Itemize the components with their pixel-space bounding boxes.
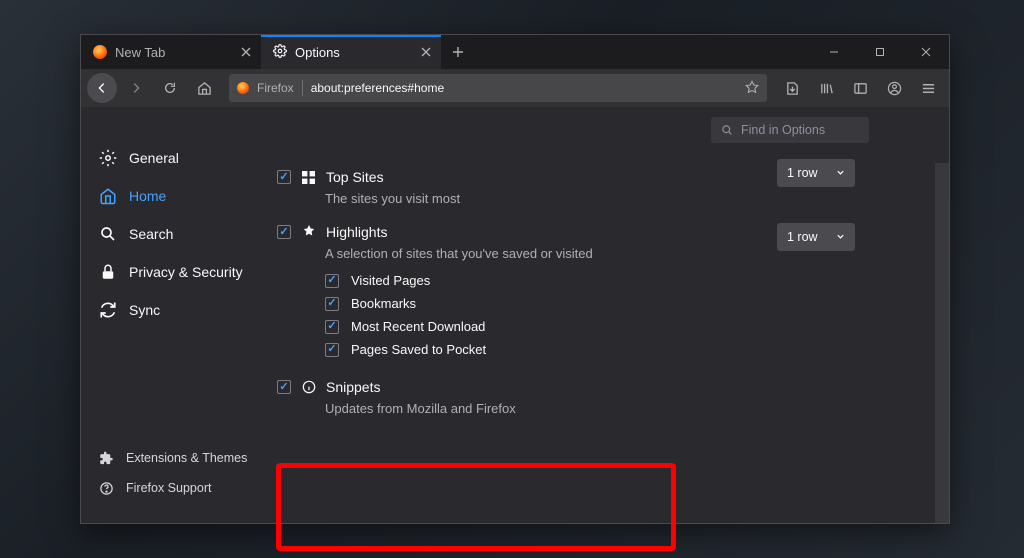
sub-label: Bookmarks xyxy=(351,296,416,311)
highlights-icon xyxy=(301,225,316,240)
section-snippets: Snippets Updates from Mozilla and Firefo… xyxy=(277,379,919,416)
dropdown-value: 1 row xyxy=(787,166,818,180)
forward-button[interactable] xyxy=(121,73,151,103)
find-in-options[interactable]: Find in Options xyxy=(711,117,869,143)
section-highlights: Highlights A selection of sites that you… xyxy=(277,224,919,357)
tab-options[interactable]: Options xyxy=(261,35,441,69)
preferences-sidebar: General Home Search Privacy & Security S… xyxy=(81,107,271,523)
sub-label: Pages Saved to Pocket xyxy=(351,342,486,357)
highlights-title: Highlights xyxy=(326,224,387,240)
tab-label: Options xyxy=(295,45,340,60)
sub-label: Visited Pages xyxy=(351,273,430,288)
sidebar-item-label: Sync xyxy=(129,302,160,318)
grid-icon xyxy=(301,170,316,185)
separator xyxy=(302,80,303,96)
menu-button[interactable] xyxy=(913,73,943,103)
close-button[interactable] xyxy=(903,35,949,69)
nav-bar: Firefox about:preferences#home xyxy=(81,69,949,107)
sidebar-extensions[interactable]: Extensions & Themes xyxy=(99,443,271,473)
highlights-pocket: Pages Saved to Pocket xyxy=(325,342,919,357)
sidebar-footer: Extensions & Themes Firefox Support xyxy=(99,443,271,503)
tab-label: New Tab xyxy=(115,45,165,60)
sidebar-item-label: Privacy & Security xyxy=(129,264,243,280)
url-bar[interactable]: Firefox about:preferences#home xyxy=(229,74,767,102)
close-icon[interactable] xyxy=(239,45,253,59)
chevron-down-icon xyxy=(836,230,845,244)
close-icon[interactable] xyxy=(419,45,433,59)
account-icon[interactable] xyxy=(879,73,909,103)
firefox-icon xyxy=(237,82,249,94)
sidebar-item-sync[interactable]: Sync xyxy=(99,291,271,329)
home-icon xyxy=(99,187,117,205)
sidebar-item-label: Search xyxy=(129,226,173,242)
sidebar-item-general[interactable]: General xyxy=(99,139,271,177)
library-icon[interactable] xyxy=(811,73,841,103)
highlights-checkbox[interactable] xyxy=(277,225,291,239)
snippets-checkbox[interactable] xyxy=(277,380,291,394)
gear-icon xyxy=(99,149,117,167)
window-controls xyxy=(811,35,949,69)
highlights-visited: Visited Pages xyxy=(325,273,919,288)
highlights-bookmarks: Bookmarks xyxy=(325,296,919,311)
search-icon xyxy=(99,225,117,243)
dropdown-value: 1 row xyxy=(787,230,818,244)
content-area: General Home Search Privacy & Security S… xyxy=(81,107,949,523)
main-panel: Find in Options Top Sites The sites you … xyxy=(271,107,949,523)
visited-checkbox[interactable] xyxy=(325,274,339,288)
search-icon xyxy=(721,124,733,136)
sidebar-icon[interactable] xyxy=(845,73,875,103)
pocket-checkbox[interactable] xyxy=(325,343,339,357)
sub-label: Most Recent Download xyxy=(351,319,485,334)
sidebar-item-label: General xyxy=(129,150,179,166)
download-checkbox[interactable] xyxy=(325,320,339,334)
sidebar-item-label: Home xyxy=(129,188,166,204)
sidebar-footer-label: Firefox Support xyxy=(126,481,211,495)
bookmarks-checkbox[interactable] xyxy=(325,297,339,311)
tab-newtab[interactable]: New Tab xyxy=(81,35,261,69)
sidebar-item-search[interactable]: Search xyxy=(99,215,271,253)
sidebar-support[interactable]: Firefox Support xyxy=(99,473,271,503)
topsites-title: Top Sites xyxy=(326,169,384,185)
tab-bar: New Tab Options xyxy=(81,35,949,69)
snippets-title: Snippets xyxy=(326,379,380,395)
url-prefix: Firefox xyxy=(257,81,294,95)
section-topsites: Top Sites The sites you visit most 1 row xyxy=(277,169,919,206)
save-pocket-icon[interactable] xyxy=(777,73,807,103)
firefox-icon xyxy=(93,45,107,59)
info-icon xyxy=(301,380,316,395)
topsites-desc: The sites you visit most xyxy=(325,191,919,206)
chevron-down-icon xyxy=(836,166,845,180)
find-placeholder: Find in Options xyxy=(741,123,825,137)
home-button[interactable] xyxy=(189,73,219,103)
bookmark-star-icon[interactable] xyxy=(745,80,759,97)
reload-button[interactable] xyxy=(155,73,185,103)
sidebar-item-privacy[interactable]: Privacy & Security xyxy=(99,253,271,291)
back-button[interactable] xyxy=(87,73,117,103)
topsites-rows-dropdown[interactable]: 1 row xyxy=(777,159,855,187)
newtab-button[interactable] xyxy=(441,46,475,58)
browser-window: New Tab Options F xyxy=(80,34,950,524)
minimize-button[interactable] xyxy=(811,35,857,69)
sidebar-item-home[interactable]: Home xyxy=(99,177,271,215)
url-path: about:preferences#home xyxy=(311,81,444,95)
sidebar-footer-label: Extensions & Themes xyxy=(126,451,247,465)
sync-icon xyxy=(99,301,117,319)
puzzle-icon xyxy=(99,451,114,466)
lock-icon xyxy=(99,263,117,281)
highlights-rows-dropdown[interactable]: 1 row xyxy=(777,223,855,251)
maximize-button[interactable] xyxy=(857,35,903,69)
gear-icon xyxy=(273,44,287,61)
topsites-checkbox[interactable] xyxy=(277,170,291,184)
question-icon xyxy=(99,481,114,496)
highlights-download: Most Recent Download xyxy=(325,319,919,334)
snippets-desc: Updates from Mozilla and Firefox xyxy=(325,401,919,416)
scrollbar[interactable] xyxy=(935,163,949,523)
